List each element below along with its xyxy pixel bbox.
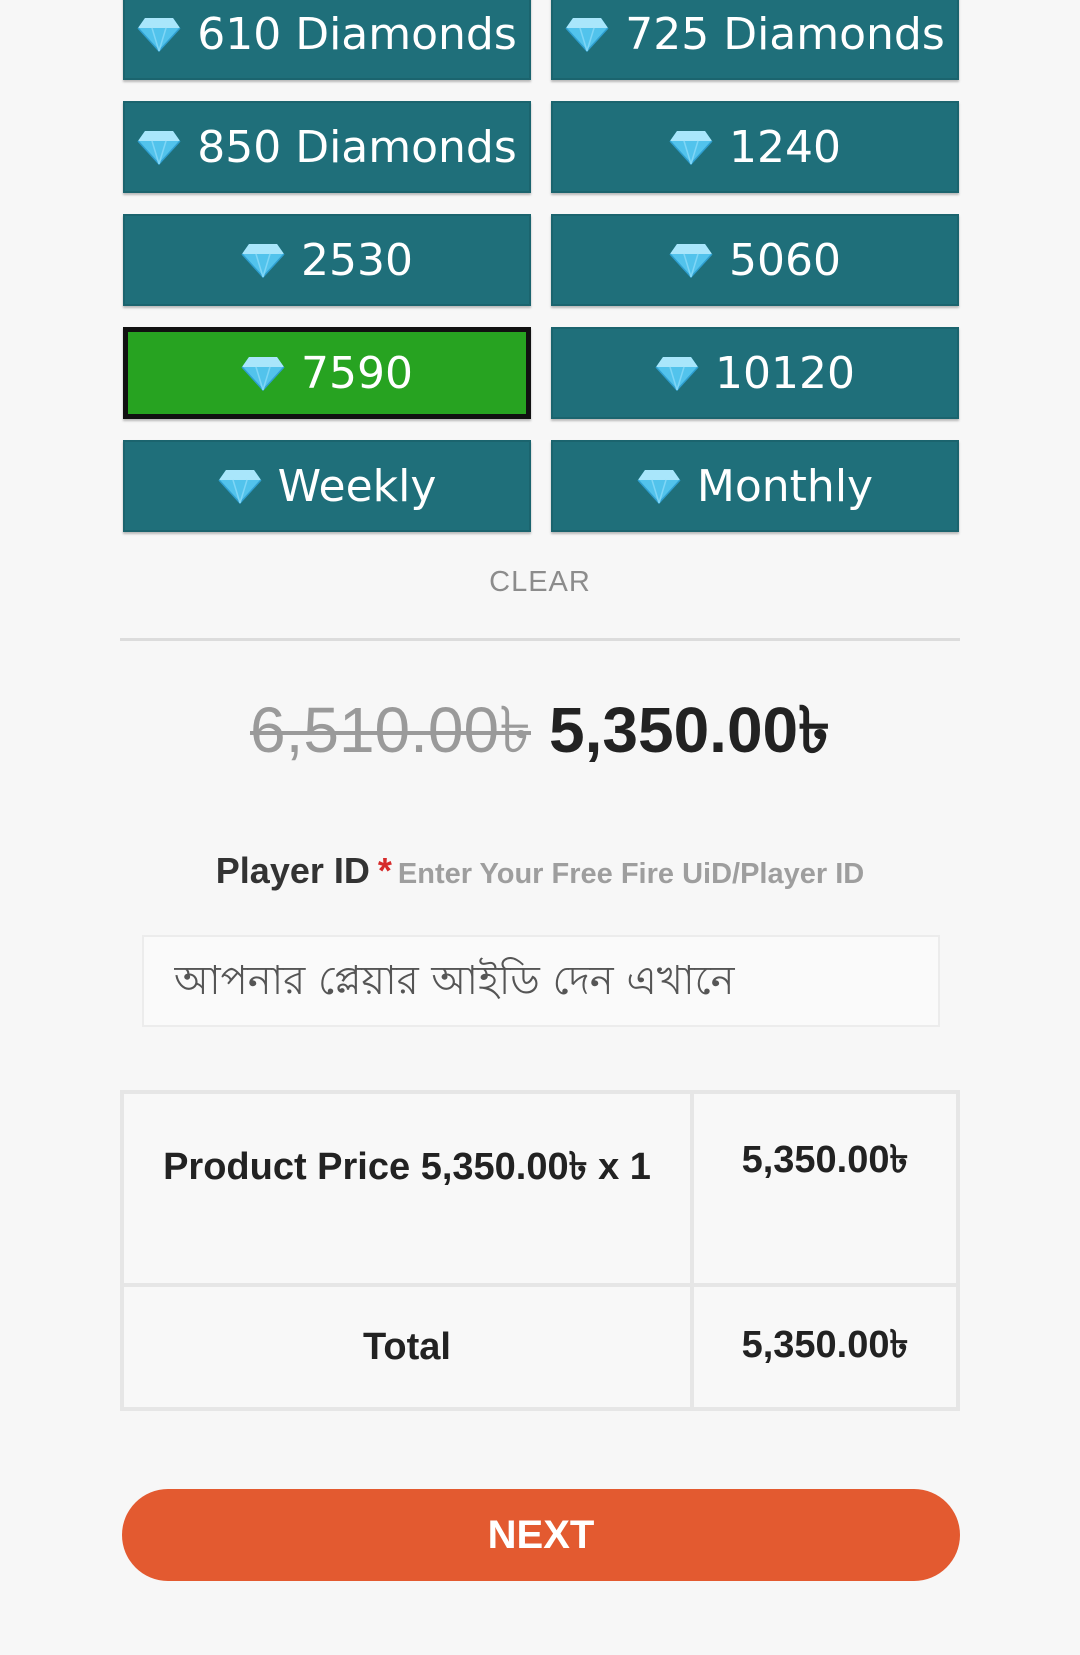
option-10120[interactable]: 10120 [551, 327, 959, 419]
current-price: 5,350.00৳ [549, 694, 831, 766]
diamond-icon [565, 18, 609, 52]
table-row: Total 5,350.00৳ [120, 1283, 960, 1411]
option-label: Weekly [277, 460, 437, 512]
diamond-icon [637, 470, 681, 504]
option-610-diamonds[interactable]: 610 Diamonds [123, 0, 531, 80]
price-display: 6,510.00৳ 5,350.00৳ [0, 692, 1080, 768]
option-2530[interactable]: 2530 [123, 214, 531, 306]
option-label: 610 Diamonds [197, 8, 517, 60]
order-summary-table: Product Price 5,350.00৳ x 1 5,350.00৳ To… [120, 1090, 960, 1411]
option-label: 10120 [715, 347, 855, 399]
player-id-label: Player ID [215, 850, 370, 891]
option-label: 5060 [729, 234, 841, 286]
divider [120, 638, 960, 641]
diamond-icon [241, 244, 285, 278]
next-button[interactable]: NEXT [122, 1489, 960, 1581]
total-label: Total [120, 1283, 694, 1411]
diamond-icon [218, 470, 262, 504]
total-amount: 5,350.00৳ [690, 1283, 960, 1411]
old-price: 6,510.00৳ [249, 694, 531, 766]
option-label: 850 Diamonds [197, 121, 517, 173]
diamond-options-grid: 610 Diamonds 725 Diamonds 850 Diamonds 1… [123, 0, 959, 532]
diamond-icon [137, 18, 181, 52]
topup-page: 610 Diamonds 725 Diamonds 850 Diamonds 1… [0, 0, 1080, 1655]
diamond-icon [241, 357, 285, 391]
diamond-icon [655, 357, 699, 391]
required-asterisk: * [377, 850, 392, 891]
player-id-hint: Enter Your Free Fire UiD/Player ID [397, 858, 865, 890]
product-price-amount: 5,350.00৳ [690, 1090, 960, 1287]
option-label: 725 Diamonds [625, 8, 945, 60]
diamond-icon [137, 131, 181, 165]
player-id-label-row: Player ID * Enter Your Free Fire UiD/Playe… [0, 850, 1080, 892]
clear-link[interactable]: CLEAR [0, 566, 1080, 599]
option-monthly[interactable]: Monthly [551, 440, 959, 532]
option-label: 7590 [301, 347, 413, 399]
option-7590-selected[interactable]: 7590 [123, 327, 531, 419]
player-id-input[interactable] [142, 935, 940, 1027]
diamond-icon [669, 131, 713, 165]
option-label: 2530 [301, 234, 413, 286]
option-725-diamonds[interactable]: 725 Diamonds [551, 0, 959, 80]
option-label: Monthly [696, 460, 874, 512]
table-row: Product Price 5,350.00৳ x 1 5,350.00৳ [120, 1090, 960, 1287]
product-price-label: Product Price 5,350.00৳ x 1 [120, 1090, 694, 1287]
option-850-diamonds[interactable]: 850 Diamonds [123, 101, 531, 193]
option-1240[interactable]: 1240 [551, 101, 959, 193]
option-label: 1240 [729, 121, 841, 173]
diamond-icon [669, 244, 713, 278]
option-5060[interactable]: 5060 [551, 214, 959, 306]
option-weekly[interactable]: Weekly [123, 440, 531, 532]
